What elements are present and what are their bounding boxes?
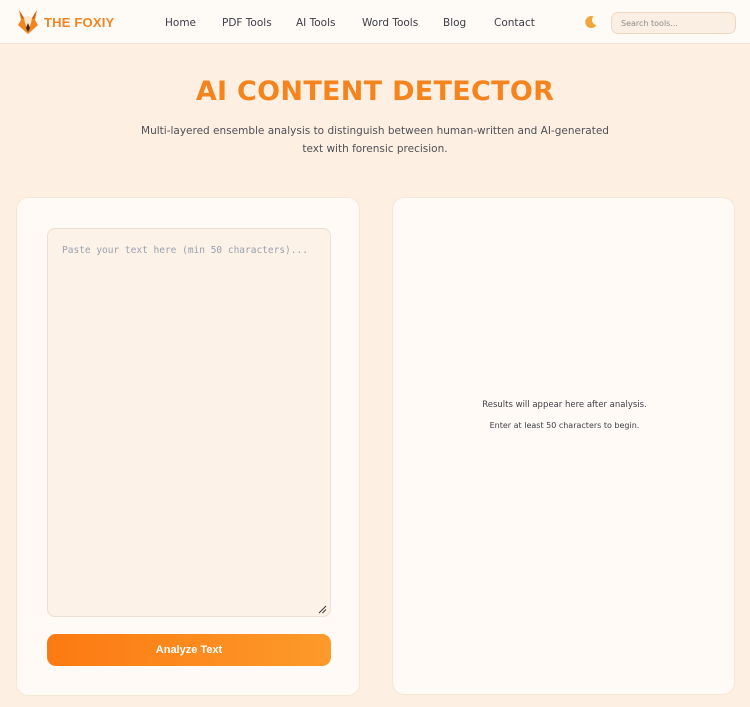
brand-name: THE FOXIY [44,14,115,30]
nav-link-blog[interactable]: Blog [443,17,466,29]
nav-link-contact[interactable]: Contact [494,17,535,29]
resize-handle-icon[interactable] [317,604,327,614]
results-panel: Results will appear here after analysis.… [392,197,735,695]
text-input[interactable] [47,228,331,617]
analyze-text-button[interactable]: Analyze Text [47,634,331,666]
input-panel: Analyze Text [16,197,360,696]
fox-logo-icon [18,10,38,34]
nav-link-ai-tools[interactable]: AI Tools [296,17,335,29]
moon-icon[interactable] [584,15,598,29]
search-input[interactable] [611,12,736,34]
results-placeholder-hint: Enter at least 50 characters to begin. [489,421,640,430]
nav-link-home[interactable]: Home [165,17,196,29]
nav-link-word-tools[interactable]: Word Tools [362,17,418,29]
top-navbar: THE FOXIY Home PDF Tools AI Tools Word T… [0,0,750,44]
page-title: AI CONTENT DETECTOR [195,76,555,107]
nav-link-pdf-tools[interactable]: PDF Tools [222,17,272,29]
page-subtitle: Multi-layered ensemble analysis to disti… [141,125,609,155]
brand-logo[interactable]: THE FOXIY [16,9,114,35]
results-placeholder-message: Results will appear here after analysis. [482,400,647,410]
